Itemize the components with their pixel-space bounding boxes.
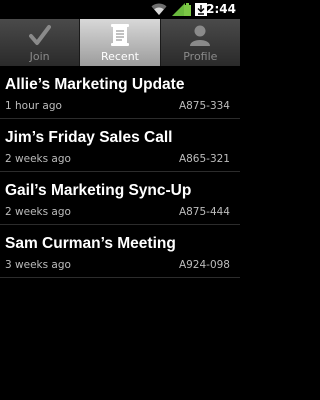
tab-recent[interactable]: Recent (79, 19, 160, 66)
list-item[interactable]: Gail’s Marketing Sync-Up 2 weeks ago A87… (0, 172, 240, 225)
tab-join[interactable]: Join (0, 19, 79, 66)
meeting-code: A865-321 (178, 153, 230, 165)
wifi-icon (151, 3, 167, 15)
list-item[interactable]: Sam Curman’s Meeting 3 weeks ago A924-09… (0, 225, 240, 278)
clock: 2:44 (206, 2, 236, 16)
recent-meetings-list: Allie’s Marketing Update 1 hour ago A875… (0, 66, 240, 278)
meeting-code: A875-334 (178, 100, 230, 112)
meeting-title: Jim’s Friday Sales Call (5, 129, 173, 146)
list-item[interactable]: Allie’s Marketing Update 1 hour ago A875… (0, 66, 240, 119)
meeting-title: Gail’s Marketing Sync-Up (5, 182, 192, 199)
meeting-time-ago: 1 hour ago (5, 100, 62, 112)
document-icon (110, 24, 129, 46)
meeting-code: A875-444 (178, 206, 230, 218)
meeting-title: Allie’s Marketing Update (5, 76, 185, 93)
tab-profile[interactable]: Profile (159, 19, 240, 66)
meeting-code: A924-098 (178, 259, 230, 271)
list-item[interactable]: Jim’s Friday Sales Call 2 weeks ago A865… (0, 119, 240, 172)
battery-icon (184, 3, 191, 16)
person-icon (190, 25, 211, 46)
meeting-time-ago: 3 weeks ago (5, 259, 71, 271)
tab-bar: Join Recent Profile (0, 19, 240, 66)
status-bar: 2:44 (0, 0, 240, 19)
meeting-title: Sam Curman’s Meeting (5, 235, 176, 252)
tab-recent-label: Recent (100, 50, 139, 63)
tab-profile-label: Profile (183, 50, 218, 63)
meeting-time-ago: 2 weeks ago (5, 206, 71, 218)
tab-join-label: Join (29, 50, 50, 63)
check-icon (28, 25, 51, 45)
meeting-time-ago: 2 weeks ago (5, 153, 71, 165)
